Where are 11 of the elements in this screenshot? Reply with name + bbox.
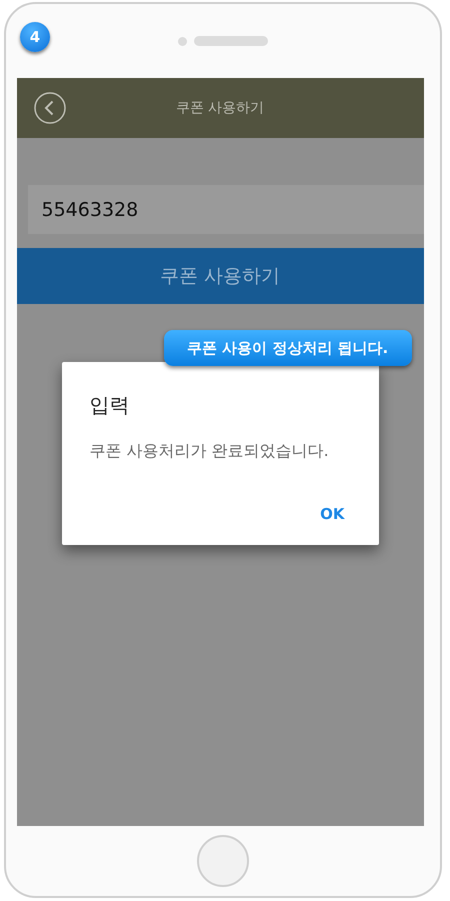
ok-button[interactable]: OK [314,501,350,527]
callout-label: 쿠폰 사용이 정상처리 됩니다. [164,330,412,366]
dialog-message: 쿠폰 사용처리가 완료되었습니다. [90,441,330,462]
back-icon[interactable] [34,92,66,124]
speaker-icon [194,36,268,46]
coupon-field[interactable]: 55463328 [28,185,424,234]
step-badge: 4 [20,22,50,52]
camera-icon [178,36,187,46]
dialog-title: 입력 [90,392,130,419]
header-title: 쿠폰 사용하기 [176,99,264,117]
use-coupon-button[interactable]: 쿠폰 사용하기 [16,248,424,304]
